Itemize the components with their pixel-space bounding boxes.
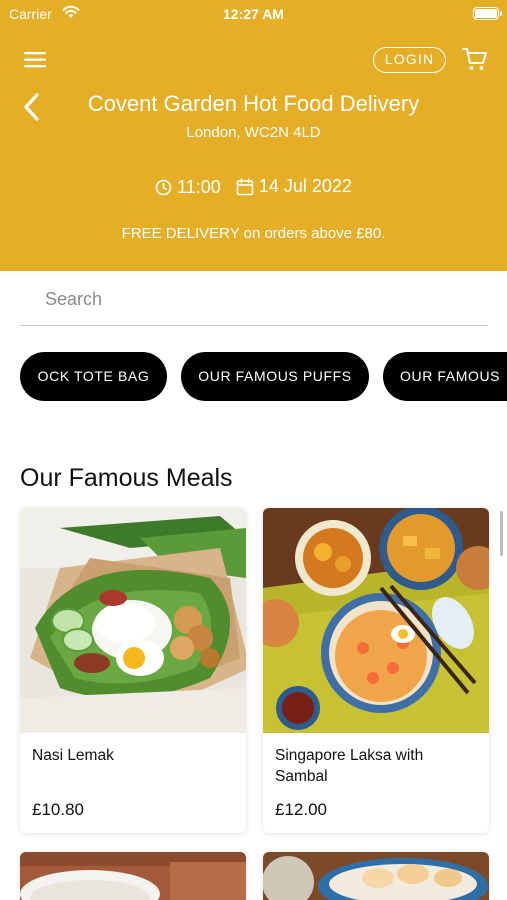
product-name: Nasi Lemak xyxy=(32,747,114,764)
login-button[interactable]: LOGIN xyxy=(373,47,446,73)
category-chip-famous[interactable]: OUR FAMOUS xyxy=(383,352,507,401)
hamburger-menu-icon[interactable] xyxy=(23,50,49,70)
store-title: Covent Garden Hot Food Delivery xyxy=(0,91,507,117)
scroll-indicator[interactable] xyxy=(500,511,503,556)
clock-icon xyxy=(155,179,172,195)
product-image-nasi-lemak xyxy=(20,508,246,733)
product-price: £12.00 xyxy=(275,800,327,819)
search-bar xyxy=(20,283,488,326)
category-chips[interactable]: OCK TOTE BAG OUR FAMOUS PUFFS OUR FAMOUS xyxy=(0,352,507,402)
store-title-text: Covent Garden Hot Food Delivery xyxy=(87,91,420,116)
product-image-partial xyxy=(263,852,489,900)
calendar-icon xyxy=(236,177,254,195)
product-price: £10.80 xyxy=(32,800,84,819)
product-image-partial xyxy=(20,852,246,900)
category-chip-tote-bag[interactable]: OCK TOTE BAG xyxy=(20,352,167,401)
category-chip-famous-puffs[interactable]: OUR FAMOUS PUFFS xyxy=(181,352,369,401)
delivery-date-value: 14 Jul 2022 xyxy=(258,176,352,196)
product-card-singapore-laksa[interactable]: Singapore Laksa with Sambal £12.00 xyxy=(263,508,489,833)
store-header: Carrier 12:27 AM LOGIN Covent Garden Hot… xyxy=(0,0,507,271)
delivery-slot[interactable]: 11:00 14 Jul 2022 xyxy=(0,176,507,201)
delivery-time[interactable]: 11:00 xyxy=(155,177,221,198)
product-image-singapore-laksa xyxy=(263,508,489,733)
product-card-partial[interactable] xyxy=(263,852,489,900)
store-address: London, WC2N 4LD xyxy=(186,124,321,141)
free-delivery-banner: FREE DELIVERY on orders above £80. xyxy=(121,225,386,242)
delivery-date[interactable]: 14 Jul 2022 xyxy=(236,176,352,197)
search-input[interactable] xyxy=(20,283,488,315)
status-time: 12:27 AM xyxy=(223,6,284,22)
battery-icon xyxy=(473,7,502,20)
cart-icon[interactable] xyxy=(461,46,489,72)
product-card-partial[interactable] xyxy=(20,852,246,900)
delivery-time-value: 11:00 xyxy=(177,176,221,197)
product-card-nasi-lemak[interactable]: Nasi Lemak £10.80 xyxy=(20,508,246,833)
status-bar: Carrier 12:27 AM xyxy=(0,0,507,28)
product-name: Singapore Laksa with Sambal xyxy=(275,747,424,785)
section-title: Our Famous Meals xyxy=(20,464,233,492)
